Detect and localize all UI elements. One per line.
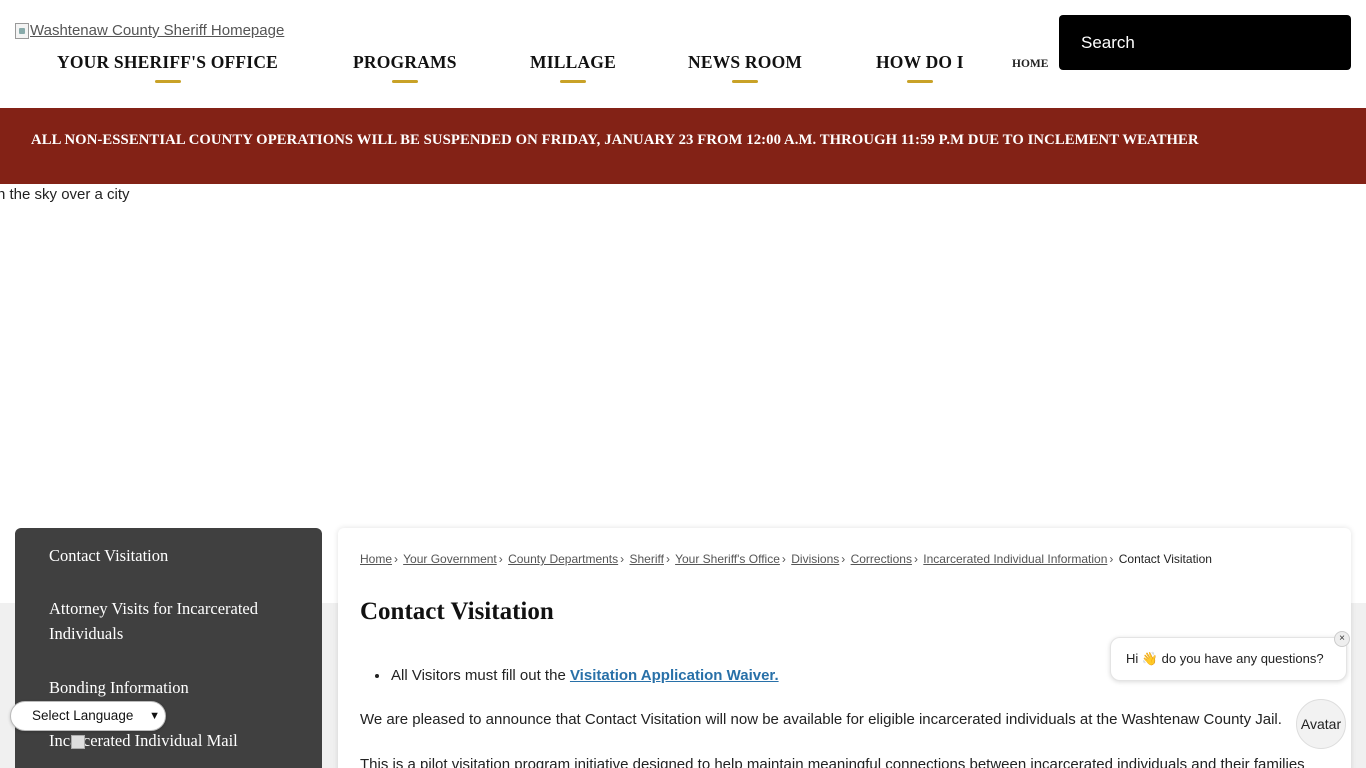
chat-avatar-button[interactable]: Avatar xyxy=(1296,699,1346,749)
bullet-text: All Visitors must fill out the xyxy=(391,667,570,684)
language-select-value: Select Language xyxy=(32,708,134,723)
side-item-bonding-information[interactable]: Bonding Information xyxy=(49,675,289,700)
nav-underline xyxy=(906,80,933,83)
intro-paragraph: We are pleased to announce that Contact … xyxy=(360,711,1282,728)
nav-label: NEWS ROOM xyxy=(688,52,803,72)
nav-label: PROGRAMS xyxy=(353,52,457,72)
breadcrumb-link[interactable]: Corrections xyxy=(851,552,912,566)
nav-programs[interactable]: PROGRAMS xyxy=(353,52,457,83)
search-input[interactable] xyxy=(1059,15,1351,70)
visitation-waiver-link[interactable]: Visitation Application Waiver. xyxy=(570,667,779,684)
nav-news-room[interactable]: NEWS ROOM xyxy=(688,52,802,83)
nav-underline xyxy=(560,80,586,83)
language-select[interactable]: Select Language ▼ xyxy=(10,701,166,731)
breadcrumb-link[interactable]: Sheriff xyxy=(630,552,664,566)
page-title: Contact Visitation xyxy=(360,598,554,625)
pilot-paragraph: This is a pilot visitation program initi… xyxy=(360,756,1305,768)
broken-image-icon xyxy=(15,22,29,39)
nav-millage[interactable]: MILLAGE xyxy=(530,52,616,83)
breadcrumb-current: Contact Visitation xyxy=(1118,552,1212,566)
bullet-list: All Visitors must fill out the Visitatio… xyxy=(390,667,779,684)
breadcrumb-link[interactable]: Your Sheriff's Office xyxy=(675,552,780,566)
nav-underline xyxy=(154,80,181,83)
site-logo-link[interactable]: Washtenaw County Sheriff Homepage xyxy=(15,22,284,39)
chat-greeting-bubble[interactable]: Hi 👋 do you have any questions? xyxy=(1110,637,1347,681)
home-link[interactable]: HOME xyxy=(1012,58,1048,70)
broken-image-icon xyxy=(71,735,85,749)
side-item-contact-visitation[interactable]: Contact Visitation xyxy=(49,543,289,568)
nav-how-do-i[interactable]: HOW DO I xyxy=(876,52,964,83)
list-item: All Visitors must fill out the Visitatio… xyxy=(390,667,779,684)
nav-your-sheriffs-office[interactable]: YOUR SHERIFF'S OFFICE xyxy=(57,52,278,83)
nav-label: HOW DO I xyxy=(876,52,964,72)
breadcrumb-link[interactable]: Incarcerated Individual Information xyxy=(923,552,1107,566)
breadcrumb-link[interactable]: Your Government xyxy=(403,552,497,566)
breadcrumb-link[interactable]: Home xyxy=(360,552,392,566)
breadcrumb: Home › Your Government › County Department… xyxy=(360,552,1212,566)
side-item-incarcerated-mail[interactable]: Incarcerated Individual Mail xyxy=(49,728,289,753)
avatar-label: Avatar xyxy=(1300,716,1342,732)
side-item-attorney-visits[interactable]: Attorney Visits for Incarcerated Individ… xyxy=(49,596,289,646)
side-navigation: Contact Visitation Attorney Visits for I… xyxy=(15,528,322,768)
alert-banner: ALL NON-ESSENTIAL COUNTY OPERATIONS WILL… xyxy=(0,108,1366,184)
search-box xyxy=(1059,15,1351,70)
nav-label: YOUR SHERIFF'S OFFICE xyxy=(57,52,279,72)
breadcrumb-link[interactable]: County Departments xyxy=(508,552,618,566)
nav-label: MILLAGE xyxy=(530,52,616,72)
logo-alt-text: Washtenaw County Sheriff Homepage xyxy=(30,22,285,39)
nav-underline xyxy=(732,80,759,83)
breadcrumb-link[interactable]: Divisions xyxy=(791,552,839,566)
chevron-down-icon: ▼ xyxy=(149,710,160,722)
alert-link[interactable]: ALL NON-ESSENTIAL COUNTY OPERATIONS WILL… xyxy=(31,132,1199,149)
hero-image-alt-text: n the sky over a city xyxy=(0,186,130,203)
chat-close-icon[interactable]: × xyxy=(1334,631,1350,647)
nav-underline xyxy=(391,80,418,83)
